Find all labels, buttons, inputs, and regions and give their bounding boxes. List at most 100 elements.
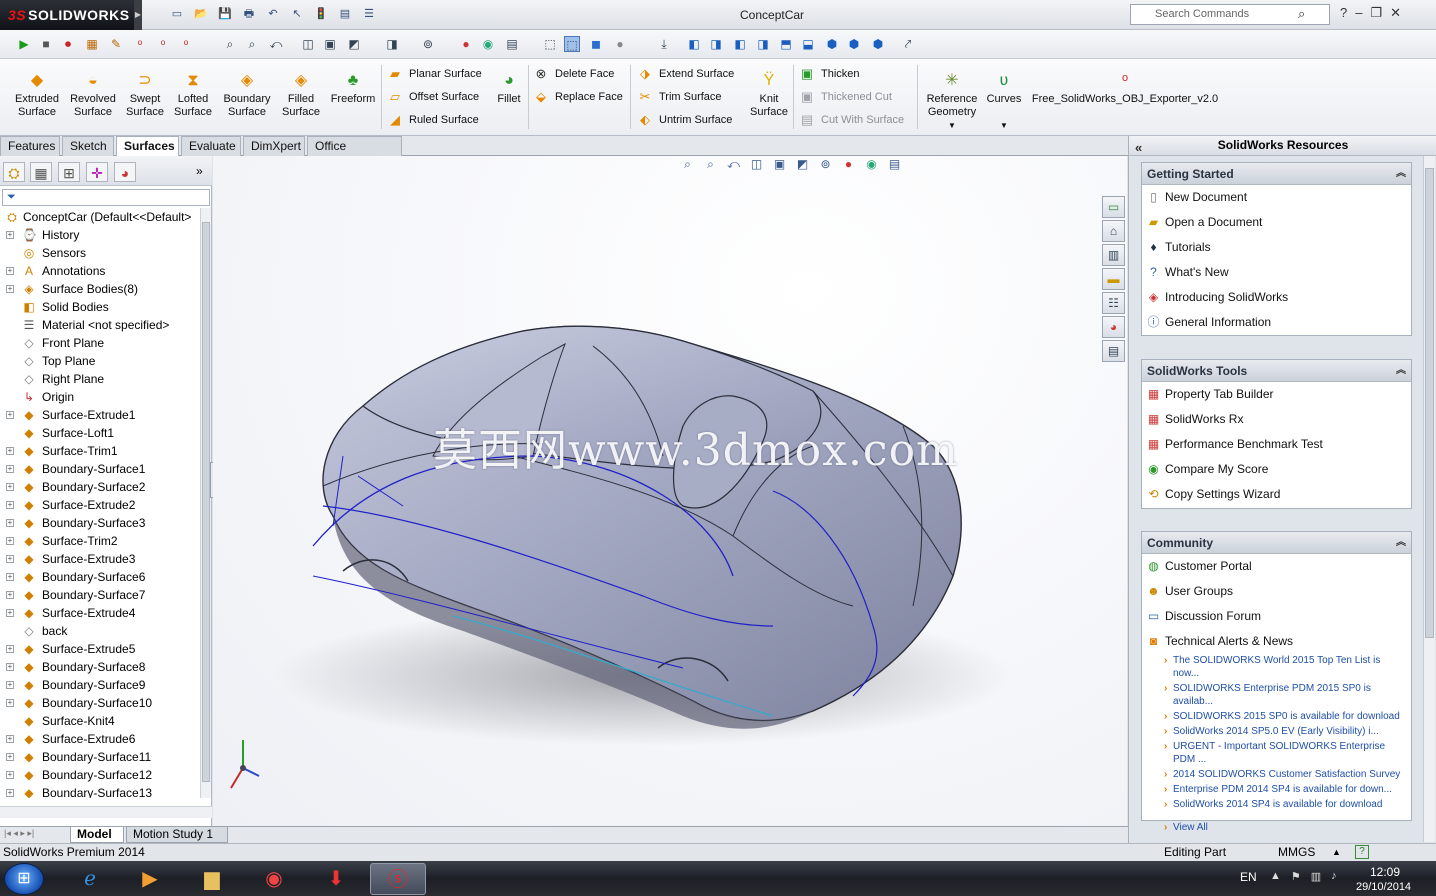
solidworks-resources-tab-icon[interactable]: ▭ <box>1102 196 1125 218</box>
section-view-icon[interactable]: ◫ <box>300 36 316 52</box>
expand-toggle-icon[interactable]: + <box>6 663 14 671</box>
expand-toggle-icon[interactable]: + <box>6 735 14 743</box>
car-model[interactable] <box>213 156 1127 826</box>
tree-horizontal-scrollbar[interactable] <box>0 806 212 818</box>
obj-export2-icon[interactable]: ᵒ <box>155 36 171 52</box>
expand-toggle-icon[interactable]: + <box>6 789 14 797</box>
graphics-area[interactable]: ⌕ ⌕ ⤺ ◫ ▣ ◩ ⊚ ● ◉ ▤ 莫西网www.3dmox.com ▭ ⌂… <box>213 156 1127 826</box>
expand-toggle-icon[interactable]: + <box>6 231 14 239</box>
tree-item[interactable]: + ◆ Boundary-Surface1 <box>0 460 200 478</box>
expand-toggle-icon[interactable]: + <box>6 285 14 293</box>
planar-surface-button[interactable]: ▰ Planar Surface <box>387 64 482 84</box>
collapse-chevron-icon[interactable]: ︽ <box>1396 163 1406 185</box>
minimize-button[interactable]: – <box>1355 5 1362 21</box>
shaded-with-edges-icon[interactable]: ◼ <box>588 36 604 52</box>
volume-icon[interactable]: ♪ <box>1331 870 1337 883</box>
dimetric-view-icon[interactable]: ⬢ <box>870 36 886 52</box>
collapse-chevron-icon[interactable]: ︽ <box>1396 532 1406 554</box>
start-button[interactable]: ⊞ <box>4 863 44 895</box>
section-header[interactable]: SolidWorks Tools ︽ <box>1142 360 1411 382</box>
zoom-area-icon[interactable]: ⌕ <box>244 36 260 52</box>
clock-time[interactable]: 12:09 <box>1370 865 1400 879</box>
freeform-button[interactable]: ♣ Freeform <box>328 71 378 106</box>
tree-item[interactable]: ↳ Origin <box>0 388 200 406</box>
isometric-view-icon[interactable]: ⬢ <box>824 36 840 52</box>
file-explorer-tab-icon[interactable]: ▬ <box>1102 268 1125 290</box>
new-document-link[interactable]: ▯ New Document <box>1142 185 1411 210</box>
news-item[interactable]: The SOLIDWORKS World 2015 Top Ten List i… <box>1142 654 1411 682</box>
expand-toggle-icon[interactable]: + <box>6 483 14 491</box>
news-item[interactable]: URGENT - Important SOLIDWORKS Enterprise… <box>1142 740 1411 768</box>
tree-item[interactable]: ◇ Top Plane <box>0 352 200 370</box>
collapse-chevron-icon[interactable]: ︽ <box>1396 360 1406 382</box>
tab-motion-study-1[interactable]: Motion Study 1 <box>126 827 228 843</box>
tree-item[interactable]: + ◆ Boundary-Surface6 <box>0 568 200 586</box>
expand-toggle-icon[interactable]: + <box>6 267 14 275</box>
obj-exporter-button[interactable]: ᵒ Free_SolidWorks_OBJ_Exporter_v2.0 <box>1030 71 1220 106</box>
expand-toggle-icon[interactable]: + <box>6 681 14 689</box>
extend-surface-button[interactable]: ⬗ Extend Surface <box>637 64 734 84</box>
offset-surface-button[interactable]: ▱ Offset Surface <box>387 87 479 107</box>
propertymanager-tab-icon[interactable]: ▦ <box>30 162 52 182</box>
tab-dimxpert[interactable]: DimXpert <box>243 136 305 156</box>
undo-icon[interactable]: ↶ <box>264 5 282 23</box>
untrim-surface-button[interactable]: ⬖ Untrim Surface <box>637 110 732 130</box>
magnifier-icon[interactable]: ⌕ <box>1298 6 1305 22</box>
news-item[interactable]: SOLIDWORKS 2015 SP0 is available for dow… <box>1142 710 1411 725</box>
expand-toggle-icon[interactable]: + <box>6 465 14 473</box>
tree-item[interactable]: ☰ Material <not specified> <box>0 316 200 334</box>
task-pane-scroll-thumb[interactable] <box>1425 168 1434 638</box>
top-view-icon[interactable]: ⬒ <box>778 36 794 52</box>
tree-item[interactable]: + ◆ Boundary-Surface11 <box>0 748 200 766</box>
boundary-surface-button[interactable]: ◈ Boundary Surface <box>220 71 274 119</box>
expand-toggle-icon[interactable]: + <box>6 609 14 617</box>
front-view-icon[interactable]: ◧ <box>686 36 702 52</box>
tree-item[interactable]: + ◆ Surface-Extrude1 <box>0 406 200 424</box>
expand-toggle-icon[interactable]: + <box>6 447 14 455</box>
featuremanager-tab-icon[interactable]: ⛭ <box>3 162 25 182</box>
print-icon[interactable]: 🖶 <box>240 5 258 23</box>
expand-toggle-icon[interactable]: + <box>6 519 14 527</box>
thickened-cut-button[interactable]: ▣ Thickened Cut <box>799 87 892 107</box>
tree-item[interactable]: + ◆ Surface-Extrude4 <box>0 604 200 622</box>
expand-toggle-icon[interactable]: + <box>6 771 14 779</box>
tree-item[interactable]: ◧ Solid Bodies <box>0 298 200 316</box>
appearances-tab-icon[interactable]: ◕ <box>1102 316 1125 338</box>
show-hidden-icons-icon[interactable]: ▲ <box>1270 870 1281 883</box>
shadows-icon[interactable]: ● <box>612 36 628 52</box>
news-item[interactable]: SolidWorks 2014 SP5.0 EV (Early Visibili… <box>1142 725 1411 740</box>
hidden-lines-visible-icon[interactable]: ⬚ <box>564 36 580 52</box>
tree-item[interactable]: + ◆ Boundary-Surface9 <box>0 676 200 694</box>
tab-scroll-arrows[interactable]: |◂ ◂ ▸ ▸| <box>4 828 34 839</box>
tree-item[interactable]: + ◆ Boundary-Surface8 <box>0 658 200 676</box>
save-icon[interactable]: 💾 <box>216 5 234 23</box>
chrome-icon[interactable]: ◉ <box>246 863 302 895</box>
run-macro-icon[interactable]: ▶ <box>16 36 32 52</box>
news-item[interactable]: SOLIDWORKS Enterprise PDM 2015 SP0 is av… <box>1142 682 1411 710</box>
open-document-link[interactable]: ▰ Open a Document <box>1142 210 1411 235</box>
expand-toggle-icon[interactable]: + <box>6 555 14 563</box>
user-groups-link[interactable]: ☻ User Groups <box>1142 579 1411 604</box>
tree-item[interactable]: + ◆ Surface-Extrude2 <box>0 496 200 514</box>
solidworks-rx-link[interactable]: ▦ SolidWorks Rx <box>1142 407 1411 432</box>
tree-item[interactable]: + ◆ Boundary-Surface7 <box>0 586 200 604</box>
view-orientation-icon[interactable]: ▣ <box>322 36 338 52</box>
revolved-surface-button[interactable]: ◒ Revolved Surface <box>66 71 120 119</box>
compare-my-score-link[interactable]: ◉ Compare My Score <box>1142 457 1411 482</box>
custom-properties-tab-icon[interactable]: ▤ <box>1102 340 1125 362</box>
file-explorer-icon[interactable]: ▆ <box>184 863 240 895</box>
unit-system[interactable]: MMGS <box>1278 844 1315 861</box>
lofted-surface-button[interactable]: ⧗ Lofted Surface <box>170 71 216 119</box>
display-style-icon[interactable]: ◩ <box>346 36 362 52</box>
tree-item[interactable]: + ◆ Surface-Extrude5 <box>0 640 200 658</box>
tree-item[interactable]: + ◆ Boundary-Surface2 <box>0 478 200 496</box>
tree-item[interactable]: + ◆ Surface-Trim2 <box>0 532 200 550</box>
tab-sketch[interactable]: Sketch <box>62 136 114 156</box>
tree-item[interactable]: + ◆ Boundary-Surface10 <box>0 694 200 712</box>
expand-toggle-icon[interactable]: + <box>6 591 14 599</box>
file-properties-icon[interactable]: ▤ <box>336 5 354 23</box>
internet-explorer-icon[interactable]: ℯ <box>62 863 118 895</box>
help-button[interactable]: ? <box>1340 5 1347 21</box>
tree-item[interactable]: + ⌚ History <box>0 226 200 244</box>
technical-alerts-link[interactable]: ◙ Technical Alerts & News <box>1142 629 1411 654</box>
